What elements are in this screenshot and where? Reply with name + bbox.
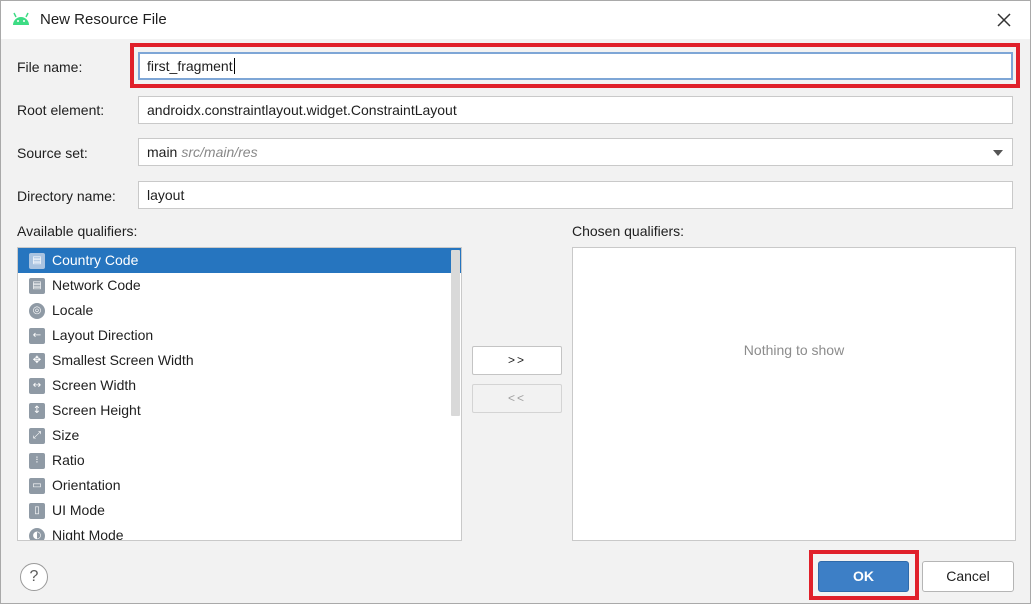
list-item-smallest-screen-width[interactable]: ✥ Smallest Screen Width: [18, 348, 461, 373]
list-item-label: Screen Height: [52, 402, 141, 418]
root-element-input[interactable]: androidx.constraintlayout.widget.Constra…: [138, 96, 1013, 124]
empty-state-text: Nothing to show: [743, 342, 845, 358]
size-icon: ⤢: [29, 428, 45, 444]
list-item-label: Ratio: [52, 452, 85, 468]
screen-height-icon: ↕: [29, 403, 45, 419]
ratio-icon: ⁝: [29, 453, 45, 469]
list-item-ui-mode[interactable]: ▯ UI Mode: [18, 498, 461, 523]
list-item-orientation[interactable]: ▭ Orientation: [18, 473, 461, 498]
qualifiers-scrollbar[interactable]: [451, 250, 460, 416]
globe-icon: ◎: [29, 303, 45, 319]
list-item-label: Layout Direction: [52, 327, 154, 343]
remove-qualifier-button[interactable]: <<: [472, 384, 562, 413]
country-code-icon: ▤: [29, 253, 45, 269]
directory-name-value: layout: [147, 187, 185, 203]
smallest-screen-width-icon: ✥: [29, 353, 45, 369]
list-item-label: Orientation: [52, 477, 121, 493]
close-icon: [997, 13, 1011, 27]
list-item-label: Night Mode: [52, 527, 124, 541]
android-icon: [13, 12, 29, 25]
new-resource-file-dialog: New Resource File File name: first_fragm…: [0, 0, 1031, 604]
network-code-icon: ▤: [29, 278, 45, 294]
list-item-label: UI Mode: [52, 502, 105, 518]
screen-width-icon: ↔: [29, 378, 45, 394]
help-button[interactable]: ?: [20, 563, 48, 591]
list-item-label: Network Code: [52, 277, 141, 293]
text-caret: [233, 58, 235, 74]
directory-name-input[interactable]: layout: [138, 181, 1013, 209]
list-item-ratio[interactable]: ⁝ Ratio: [18, 448, 461, 473]
root-element-label: Root element:: [17, 102, 105, 118]
list-item-screen-height[interactable]: ↕ Screen Height: [18, 398, 461, 423]
list-item-locale[interactable]: ◎ Locale: [18, 298, 461, 323]
ui-mode-icon: ▯: [29, 503, 45, 519]
list-item-country-code[interactable]: ▤ Country Code: [18, 248, 461, 273]
root-element-value: androidx.constraintlayout.widget.Constra…: [147, 102, 457, 118]
list-item-night-mode[interactable]: ◐ Night Mode: [18, 523, 461, 541]
list-item-layout-direction[interactable]: ← Layout Direction: [18, 323, 461, 348]
file-name-label: File name:: [17, 59, 83, 75]
list-item-label: Smallest Screen Width: [52, 352, 194, 368]
list-item-label: Locale: [52, 302, 94, 318]
chevron-down-icon: [993, 150, 1003, 156]
file-name-value: first_fragment: [147, 58, 233, 74]
orientation-icon: ▭: [29, 478, 45, 494]
add-qualifier-button[interactable]: >>: [472, 346, 562, 375]
cancel-button[interactable]: Cancel: [922, 561, 1014, 592]
ok-button[interactable]: OK: [818, 561, 909, 592]
layout-direction-icon: ←: [29, 328, 45, 344]
source-set-value: main: [147, 144, 178, 160]
title-bar: New Resource File: [1, 1, 1030, 39]
list-item-size[interactable]: ⤢ Size: [18, 423, 461, 448]
chosen-qualifiers-label: Chosen qualifiers:: [572, 223, 685, 239]
directory-name-label: Directory name:: [17, 188, 116, 204]
close-button[interactable]: [992, 8, 1016, 32]
list-item-label: Size: [52, 427, 80, 443]
available-qualifiers-label: Available qualifiers:: [17, 223, 138, 239]
chosen-qualifiers-list[interactable]: Nothing to show: [572, 247, 1016, 541]
list-item-label: Screen Width: [52, 377, 137, 393]
source-set-select[interactable]: main src/main/res: [138, 138, 1013, 166]
source-set-path-hint: src/main/res: [181, 144, 258, 160]
list-item-network-code[interactable]: ▤ Network Code: [18, 273, 461, 298]
list-item-label: Country Code: [52, 252, 139, 268]
dialog-title: New Resource File: [40, 11, 167, 28]
night-mode-icon: ◐: [29, 528, 45, 540]
file-name-input[interactable]: first_fragment: [138, 52, 1013, 80]
list-item-screen-width[interactable]: ↔ Screen Width: [18, 373, 461, 398]
available-qualifiers-list[interactable]: ▤ Country Code ▤ Network Code ◎ Locale ←…: [17, 247, 462, 541]
source-set-label: Source set:: [17, 145, 88, 161]
